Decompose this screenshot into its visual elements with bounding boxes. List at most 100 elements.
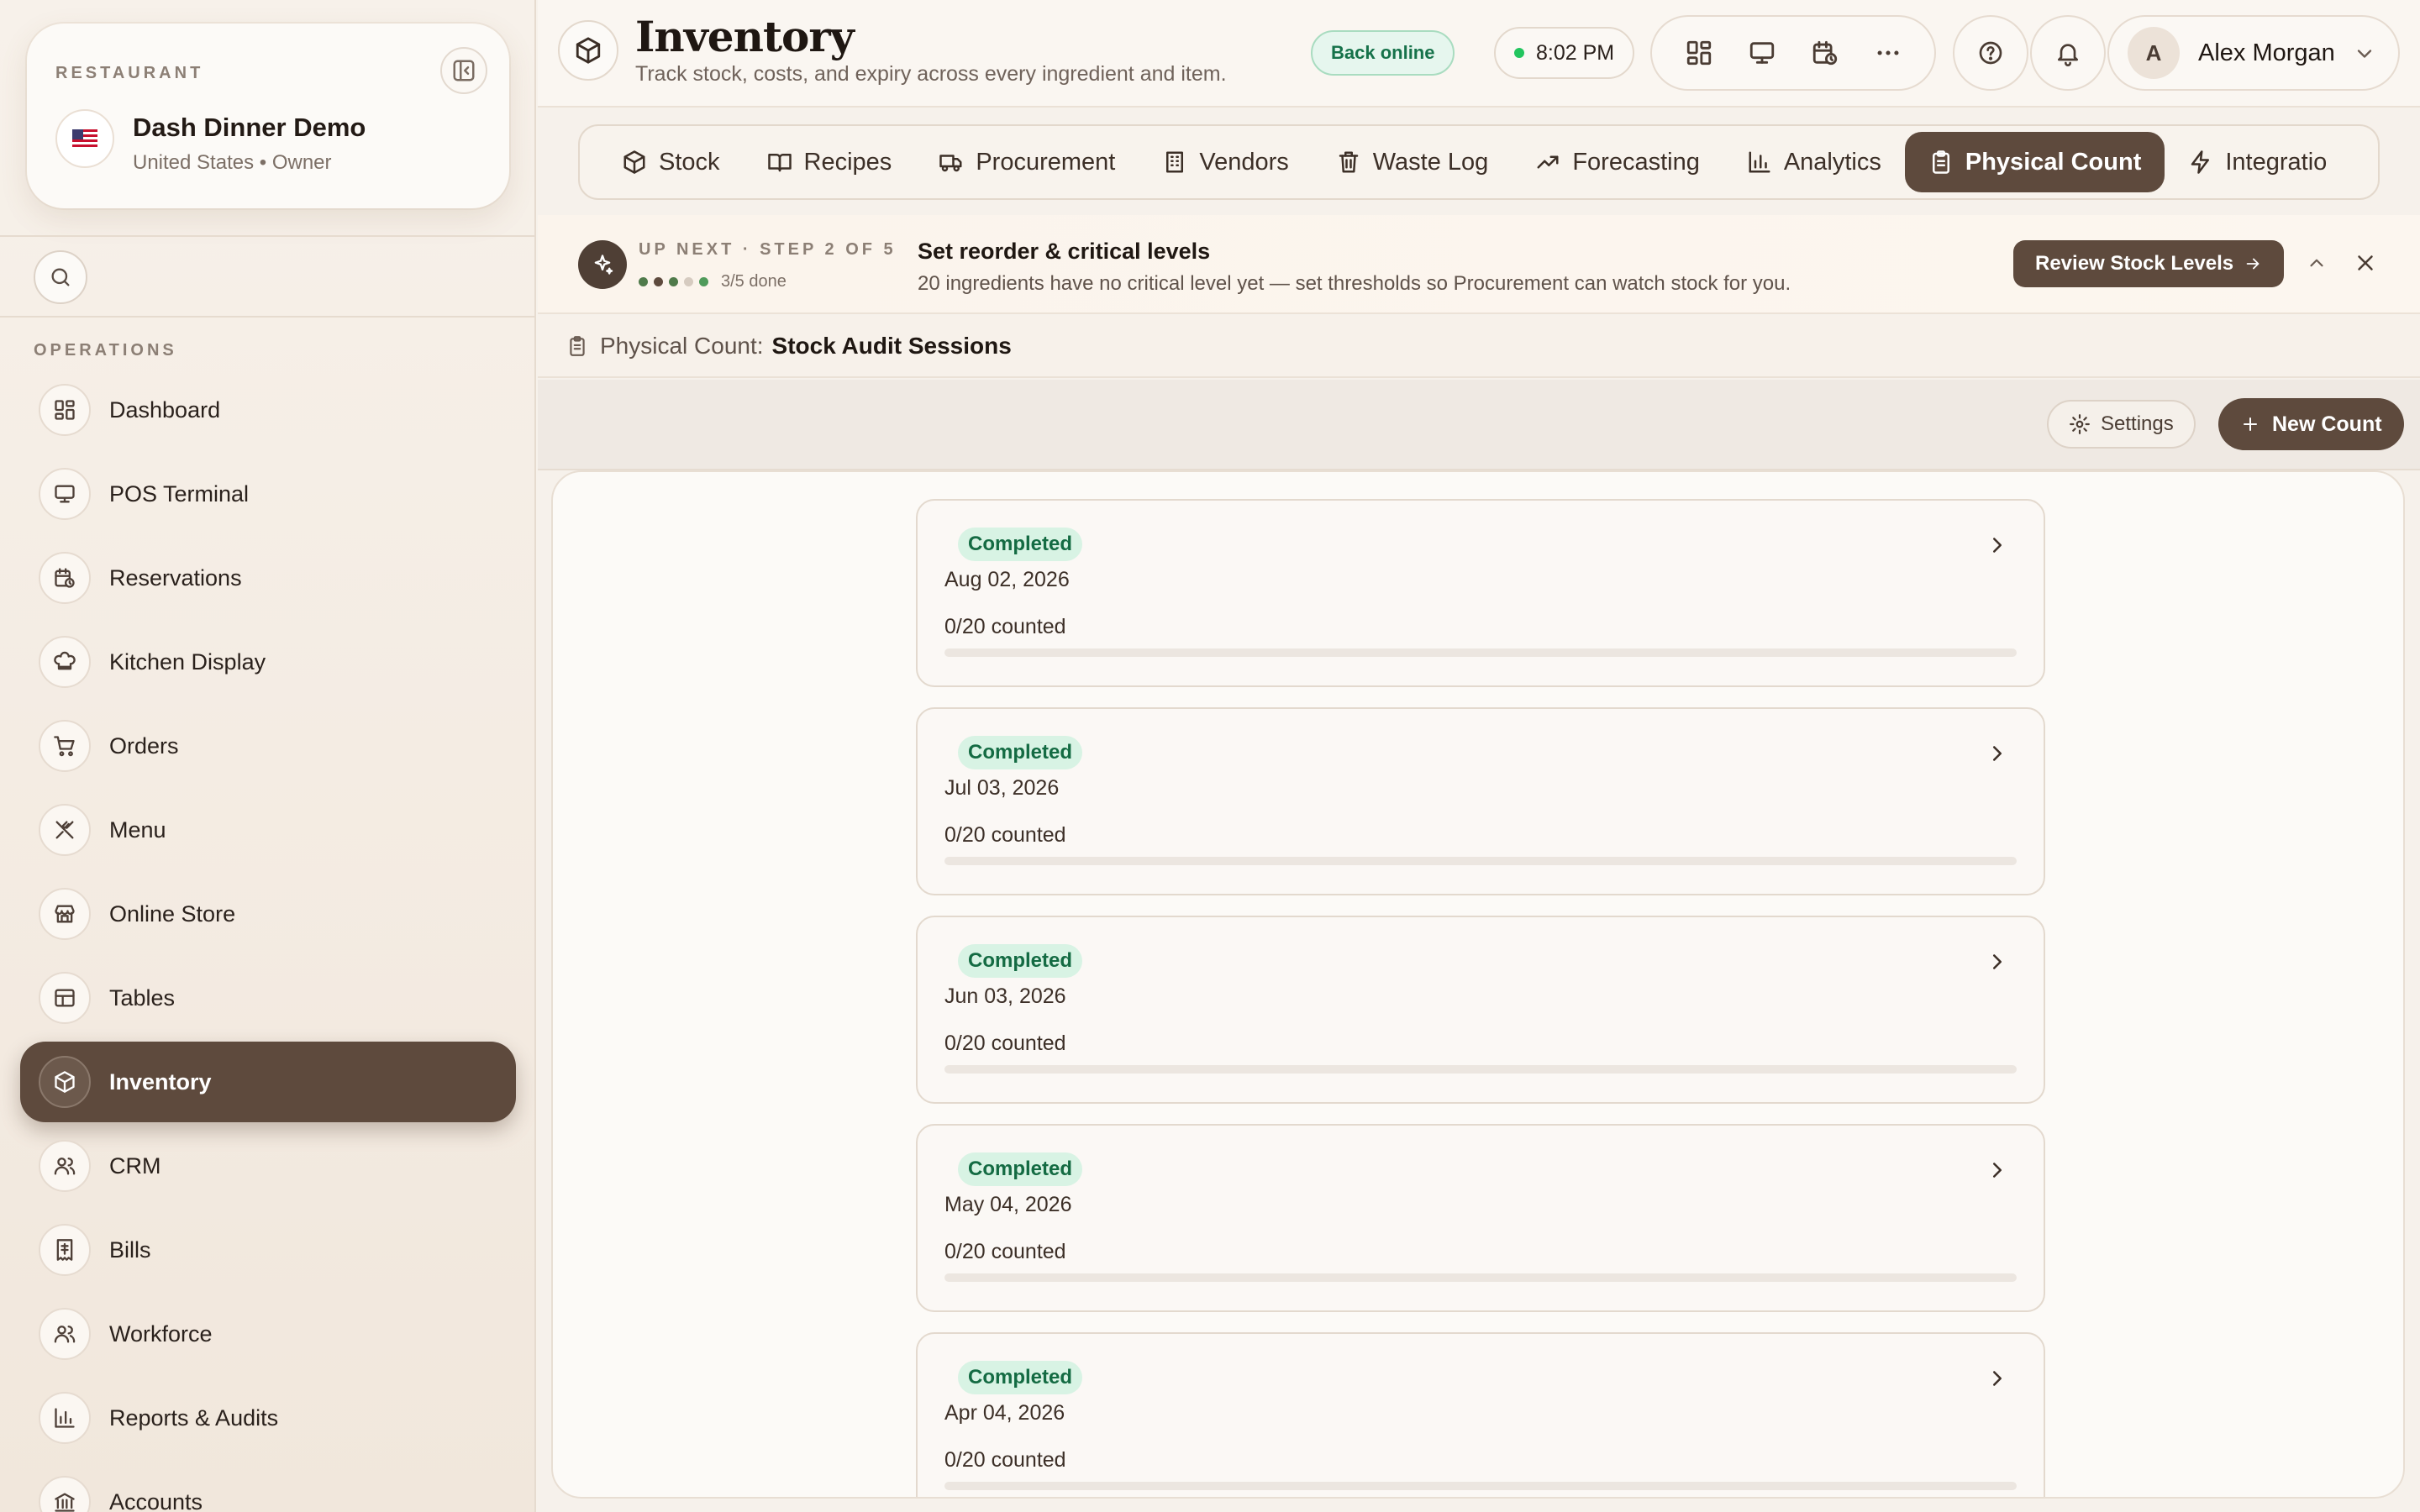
banner-description: 20 ingredients have no critical level ye… — [918, 272, 1791, 295]
sessions-toolbar: Settings New Count — [538, 380, 2420, 470]
clipboard-icon — [570, 336, 585, 356]
sidebar-item-reports-audits[interactable]: Reports & Audits — [20, 1378, 516, 1458]
content-panel: Completed Aug 02, 2026 0/20 counted Comp… — [551, 470, 2405, 1499]
dashboard-icon — [39, 384, 91, 436]
monitor-icon[interactable] — [1739, 29, 1786, 76]
tab-label: Forecasting — [1572, 148, 1700, 176]
arrow-right-icon — [2246, 258, 2260, 270]
session-date: Jul 03, 2026 — [944, 776, 1060, 800]
restaurant-card[interactable]: RESTAURANT Dash Dinner Demo United State… — [27, 24, 509, 208]
session-card[interactable]: Completed Aug 02, 2026 0/20 counted — [916, 499, 2045, 687]
tab-stock[interactable]: Stock — [598, 132, 744, 192]
chevron-down-icon — [2357, 50, 2372, 58]
settings-button[interactable]: Settings — [2047, 400, 2196, 449]
button-label: Review Stock Levels — [2035, 252, 2234, 275]
tab-analytics[interactable]: Analytics — [1723, 132, 1905, 192]
status-badge: Completed — [958, 944, 1083, 978]
sidebar-item-label: Inventory — [109, 1068, 212, 1095]
tab-recipes[interactable]: Recipes — [744, 132, 916, 192]
calendar-clock-icon[interactable] — [1802, 29, 1849, 76]
cart-icon — [39, 720, 91, 772]
online-status-badge: Back online — [1311, 30, 1455, 76]
sidebar-item-pos-terminal[interactable]: POS Terminal — [20, 454, 516, 534]
session-date: Aug 02, 2026 — [944, 568, 1070, 591]
restaurant-kicker: RESTAURANT — [55, 64, 204, 82]
tab-label: Vendors — [1199, 148, 1289, 176]
trend-up-icon — [1537, 155, 1559, 169]
collapse-sidebar-button[interactable] — [440, 47, 487, 94]
status-badge: Completed — [958, 736, 1083, 769]
more-horizontal-icon[interactable] — [1865, 29, 1912, 76]
session-card[interactable]: Completed Jun 03, 2026 0/20 counted — [916, 916, 2045, 1104]
tab-integrations[interactable]: Integratio — [2165, 132, 2350, 192]
progress-bar — [944, 648, 2017, 657]
tab-forecasting[interactable]: Forecasting — [1512, 132, 1723, 192]
sidebar-item-online-store[interactable]: Online Store — [20, 874, 516, 954]
session-card[interactable]: Completed Jul 03, 2026 0/20 counted — [916, 707, 2045, 895]
button-label: Settings — [2101, 412, 2174, 435]
sidebar-item-label: Workforce — [109, 1320, 213, 1347]
tab-waste-log[interactable]: Waste Log — [1313, 132, 1512, 192]
session-date: Apr 04, 2026 — [944, 1401, 1065, 1425]
truck-icon — [939, 155, 962, 172]
tab-vendors[interactable]: Vendors — [1139, 132, 1312, 192]
sidebar-item-label: Online Store — [109, 900, 236, 927]
sidebar-item-reservations[interactable]: Reservations — [20, 538, 516, 618]
breadcrumb-section: Physical Count: — [600, 333, 764, 359]
sidebar-item-tables[interactable]: Tables — [20, 958, 516, 1038]
sidebar-nav: Dashboard POS Terminal Reservations Kitc… — [20, 370, 516, 1512]
help-button[interactable] — [1953, 15, 2028, 91]
monitor-icon — [39, 468, 91, 520]
session-card[interactable]: Completed May 04, 2026 0/20 counted — [916, 1124, 2045, 1312]
sidebar-item-workforce[interactable]: Workforce — [20, 1294, 516, 1374]
sidebar-item-menu[interactable]: Menu — [20, 790, 516, 870]
dashboard-icon[interactable] — [1676, 29, 1723, 76]
tab-label: Waste Log — [1372, 148, 1489, 176]
sidebar-item-orders[interactable]: Orders — [20, 706, 516, 786]
sidebar-item-accounts[interactable]: Accounts — [20, 1462, 516, 1512]
clock-time: 8:02 PM — [1536, 40, 1615, 65]
tab-label: Integratio — [2225, 148, 2328, 176]
store-icon — [39, 888, 91, 940]
tab-label: Analytics — [1783, 148, 1881, 176]
bolt-icon — [2191, 150, 2210, 174]
user-menu[interactable]: A Alex Morgan — [2107, 15, 2400, 91]
onboarding-banner: UP NEXT · STEP 2 OF 5 3/5 done Set reord… — [538, 215, 2420, 314]
step-dot-done — [699, 277, 708, 286]
progress-bar — [944, 1065, 2017, 1074]
chevron-right-icon — [1993, 1163, 2002, 1178]
banner-title: Set reorder & critical levels — [918, 239, 1211, 264]
us-flag-icon — [55, 109, 114, 168]
sidebar-item-label: Dashboard — [109, 396, 221, 423]
page-subtitle: Track stock, costs, and expiry across ev… — [635, 62, 1227, 86]
sidebar-search-button[interactable] — [34, 250, 87, 304]
users-icon — [39, 1140, 91, 1192]
chevron-right-icon — [1993, 1371, 2002, 1386]
close-icon[interactable] — [2353, 250, 2378, 276]
bar-chart-icon — [1749, 151, 1770, 173]
session-card[interactable]: Completed Apr 04, 2026 0/20 counted — [916, 1332, 2045, 1497]
sidebar-item-kitchen-display[interactable]: Kitchen Display — [20, 622, 516, 702]
review-stock-levels-button[interactable]: Review Stock Levels — [2013, 240, 2285, 287]
chevron-up-icon[interactable] — [2306, 252, 2328, 274]
bank-icon — [39, 1476, 91, 1512]
package-icon — [39, 1056, 91, 1108]
sidebar-item-inventory[interactable]: Inventory — [20, 1042, 516, 1122]
sidebar-item-label: Reservations — [109, 564, 242, 591]
session-date: May 04, 2026 — [944, 1193, 1072, 1216]
utensils-icon — [39, 804, 91, 856]
chevron-right-icon — [1993, 954, 2002, 969]
new-count-button[interactable]: New Count — [2218, 398, 2404, 450]
receipt-icon — [39, 1224, 91, 1276]
status-badge: Completed — [958, 1152, 1083, 1186]
step-dot-current — [654, 277, 663, 286]
sidebar-item-dashboard[interactable]: Dashboard — [20, 370, 516, 450]
tab-physical-count[interactable]: Physical Count — [1904, 132, 2165, 192]
sidebar-item-bills[interactable]: Bills — [20, 1210, 516, 1290]
notifications-button[interactable] — [2030, 15, 2106, 91]
tab-procurement[interactable]: Procurement — [915, 132, 1139, 192]
sidebar-item-crm[interactable]: CRM — [20, 1126, 516, 1206]
online-dot-icon — [1514, 48, 1524, 58]
step-progress: 3/5 done — [639, 272, 786, 291]
sparkles-icon — [578, 240, 627, 289]
